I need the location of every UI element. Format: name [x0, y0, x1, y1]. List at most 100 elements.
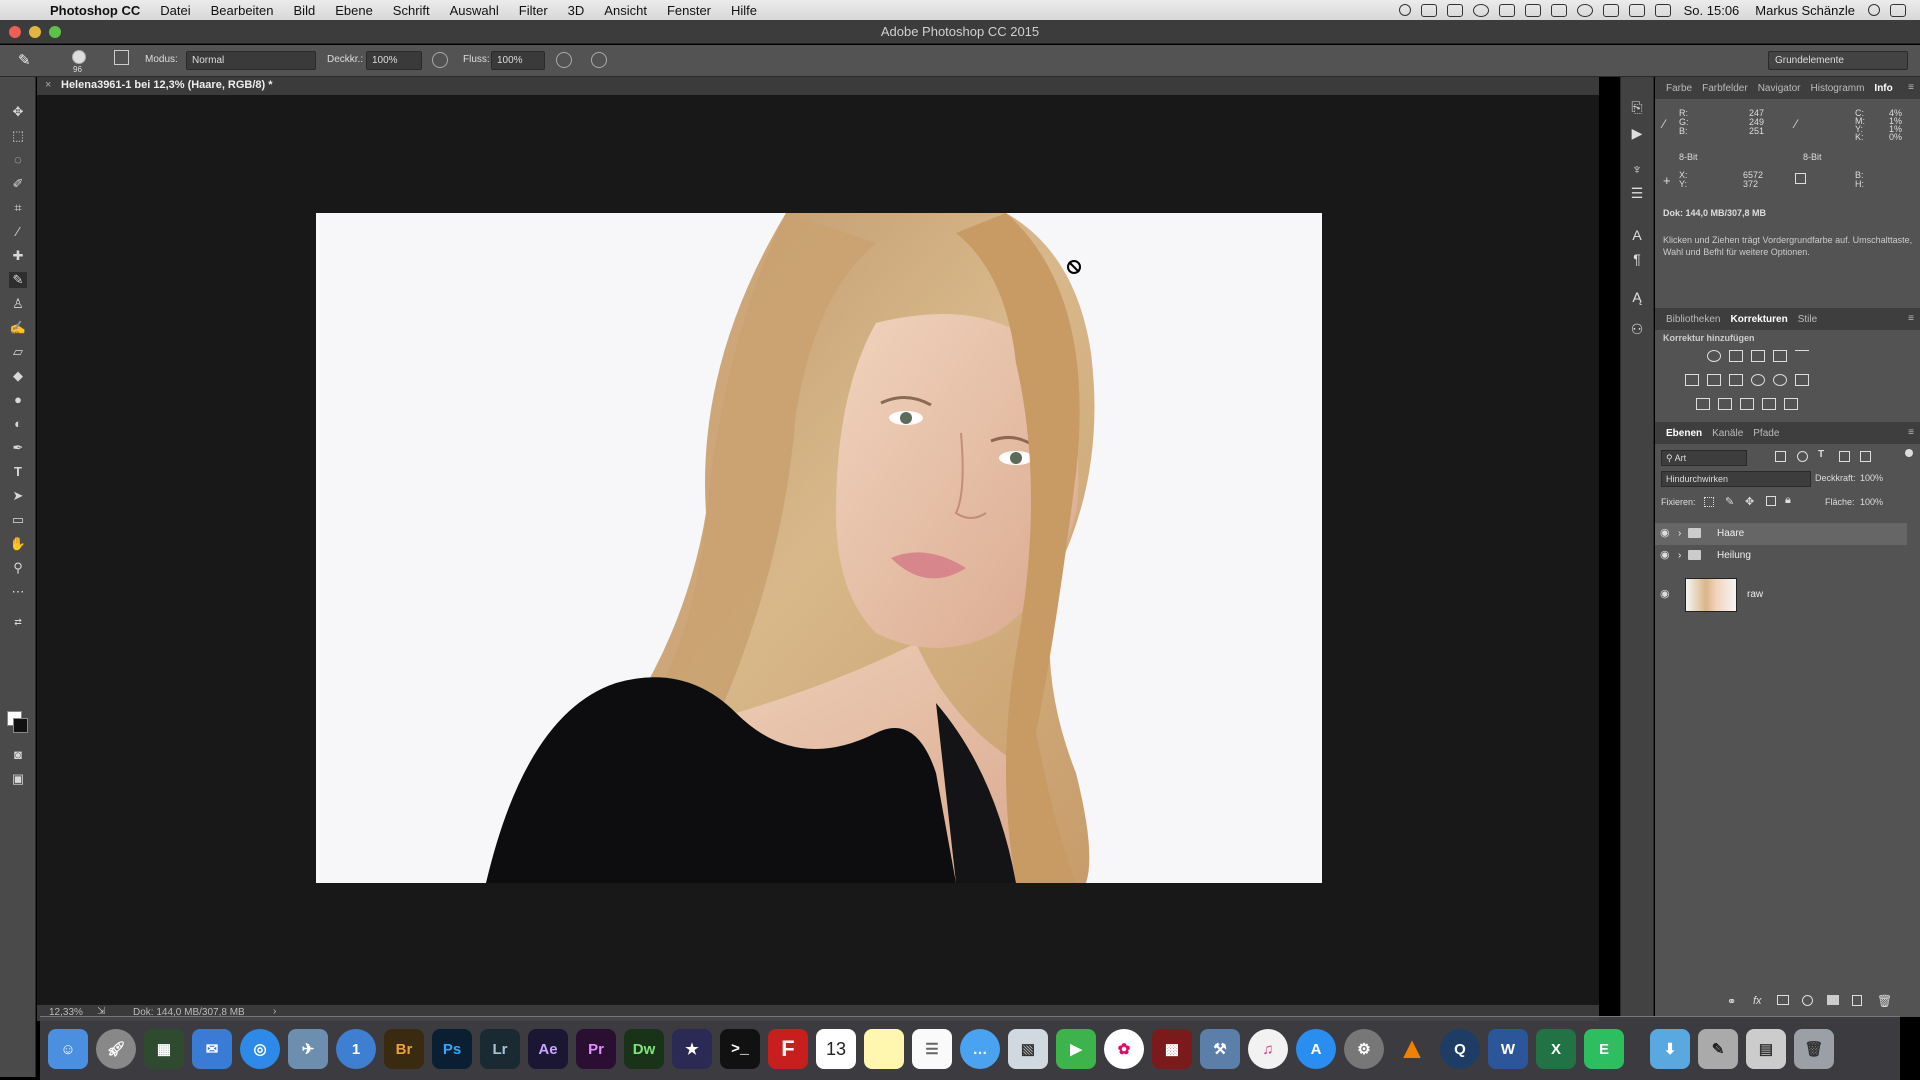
dock-itunes-icon[interactable]: ♫	[1248, 1029, 1288, 1069]
bluetooth-icon[interactable]	[1602, 3, 1619, 17]
filter-adjustment-icon[interactable]	[1797, 451, 1808, 462]
default-colors-icon[interactable]: ⇄	[9, 614, 27, 630]
dock-bridge-icon[interactable]: Br	[384, 1029, 424, 1069]
filter-type-icon[interactable]: T	[1818, 449, 1824, 460]
dock-excel-icon[interactable]: X	[1536, 1029, 1576, 1069]
threshold-icon[interactable]	[1740, 398, 1754, 410]
dock-safari-icon[interactable]: ◎	[240, 1029, 280, 1069]
close-document-icon[interactable]: ×	[45, 79, 51, 91]
expand-chevron-icon[interactable]: ›	[1678, 528, 1681, 539]
brush-panel-icon[interactable]	[114, 50, 129, 65]
time-machine-icon[interactable]	[1576, 3, 1593, 17]
dropbox-icon[interactable]	[1420, 3, 1437, 17]
layer-name[interactable]: Heilung	[1717, 550, 1751, 561]
filter-smart-object-icon[interactable]	[1860, 451, 1871, 462]
layer-filter-select[interactable]: ⚲ Art	[1661, 450, 1747, 466]
dock-brushes-folder-icon[interactable]: ✎	[1698, 1029, 1738, 1069]
color-lookup-icon[interactable]	[1795, 374, 1809, 386]
visibility-eye-icon[interactable]: ◉	[1660, 528, 1672, 539]
menu-auswahl[interactable]: Auswahl	[440, 3, 509, 18]
marquee-tool-icon[interactable]: ⬚	[9, 128, 27, 144]
dock-premiere-icon[interactable]: Pr	[576, 1029, 616, 1069]
tab-korrekturen[interactable]: Korrekturen	[1725, 314, 1792, 325]
link-layers-icon[interactable]: ⚭	[1727, 995, 1736, 1008]
dock-documents-folder-icon[interactable]: ▤	[1746, 1029, 1786, 1069]
lock-pixels-icon[interactable]: ✎	[1725, 495, 1734, 508]
delete-layer-icon[interactable]: 🗑︎	[1877, 994, 1892, 1008]
dock-terminal-icon[interactable]: >_	[720, 1029, 760, 1069]
menu-datei[interactable]: Datei	[150, 3, 200, 18]
menubar-user[interactable]: Markus Schänzle	[1747, 3, 1863, 18]
lock-artboard-icon[interactable]	[1766, 496, 1776, 506]
type-tool-icon[interactable]: T	[9, 464, 27, 480]
photo-filter-icon[interactable]	[1751, 374, 1765, 386]
menu-bild[interactable]: Bild	[284, 3, 326, 18]
character-panel-icon[interactable]: A	[1629, 227, 1645, 243]
document-image[interactable]	[316, 213, 1322, 883]
menu-schrift[interactable]: Schrift	[383, 3, 440, 18]
glyphs-panel-icon[interactable]: Ą	[1629, 289, 1645, 305]
blend-mode-select[interactable]: Hindurchwirken	[1661, 471, 1811, 487]
history-panel-icon[interactable]: ⎘	[1629, 99, 1645, 115]
tab-kanaele[interactable]: Kanäle	[1707, 428, 1748, 439]
visibility-eye-icon[interactable]: ◉	[1660, 550, 1672, 561]
dock-after-effects-icon[interactable]: Ae	[528, 1029, 568, 1069]
path-selection-tool-icon[interactable]: ➤	[9, 488, 27, 504]
rectangle-tool-icon[interactable]: ▭	[9, 512, 27, 528]
warning-icon[interactable]	[1498, 3, 1515, 17]
lock-all-icon[interactable]: 🔒︎	[1785, 494, 1791, 507]
menu-filter[interactable]: Filter	[509, 3, 558, 18]
menu-3d[interactable]: 3D	[558, 3, 595, 18]
lock-position-icon[interactable]: ✥	[1745, 495, 1754, 508]
dock-quicktime-icon[interactable]: Q	[1440, 1029, 1480, 1069]
pressure-size-icon[interactable]	[591, 52, 607, 68]
paint-bucket-tool-icon[interactable]: ◆	[9, 368, 27, 384]
dock-word-icon[interactable]: W	[1488, 1029, 1528, 1069]
drive-icon[interactable]	[1446, 3, 1463, 17]
dodge-tool-icon[interactable]: ◐	[9, 416, 27, 432]
tab-farbfelder[interactable]: Farbfelder	[1697, 83, 1753, 94]
layer-style-icon[interactable]: fx	[1753, 995, 1762, 1007]
layer-name[interactable]: Haare	[1717, 528, 1744, 539]
layer-name[interactable]: raw	[1747, 589, 1763, 600]
hue-saturation-icon[interactable]	[1685, 374, 1699, 386]
dock-downloads-folder-icon[interactable]: ⬇	[1650, 1029, 1690, 1069]
pressure-opacity-icon[interactable]	[432, 52, 448, 68]
menu-fenster[interactable]: Fenster	[657, 3, 721, 18]
channel-mixer-icon[interactable]	[1773, 374, 1787, 386]
brush-settings-panel-icon[interactable]: ☰	[1629, 185, 1645, 201]
dock-1password-icon[interactable]: 1	[336, 1029, 376, 1069]
posterize-icon[interactable]	[1718, 398, 1732, 410]
more-tools-icon[interactable]: ⋯	[9, 584, 27, 600]
layer-opacity-field[interactable]: 100%	[1860, 473, 1883, 483]
brush-tool-preset-icon[interactable]: ✎	[18, 51, 31, 69]
new-group-icon[interactable]	[1827, 995, 1839, 1005]
menu-ebene[interactable]: Ebene	[325, 3, 383, 18]
dock-messages-icon[interactable]: …	[960, 1029, 1000, 1069]
spotlight-icon[interactable]	[1868, 4, 1880, 16]
tab-navigator[interactable]: Navigator	[1753, 83, 1806, 94]
creative-cloud-icon[interactable]	[1472, 3, 1489, 17]
levels-icon[interactable]	[1729, 350, 1743, 362]
new-layer-icon[interactable]	[1852, 995, 1862, 1006]
filter-pixel-icon[interactable]	[1775, 451, 1786, 462]
dock-photo-booth-icon[interactable]: ▩	[1152, 1029, 1192, 1069]
color-balance-icon[interactable]	[1707, 374, 1721, 386]
notification-center-icon[interactable]	[1890, 3, 1906, 17]
brush-preview-icon[interactable]	[72, 50, 86, 64]
dock-filezilla-icon[interactable]: F	[768, 1029, 808, 1069]
dock-reminders-icon[interactable]: ☰	[912, 1029, 952, 1069]
rgb-eyedropper-icon[interactable]: ⁄	[1663, 117, 1665, 131]
gradient-map-icon[interactable]	[1784, 398, 1798, 410]
selective-color-icon[interactable]	[1762, 398, 1776, 410]
workspace-select[interactable]: Grundelemente	[1768, 51, 1908, 70]
mode-select[interactable]: Normal	[186, 51, 316, 70]
panel-menu-icon[interactable]: ≡	[1908, 427, 1914, 438]
hand-tool-icon[interactable]: ✋	[9, 536, 27, 552]
menu-app-name[interactable]: Photoshop CC	[40, 3, 150, 18]
dock-facetime-icon[interactable]: ▶	[1056, 1029, 1096, 1069]
dock-notes-icon[interactable]	[864, 1029, 904, 1069]
dock-xcode-icon[interactable]: ⚒	[1200, 1029, 1240, 1069]
airplay-icon[interactable]	[1550, 3, 1567, 17]
curves-icon[interactable]	[1751, 350, 1765, 362]
